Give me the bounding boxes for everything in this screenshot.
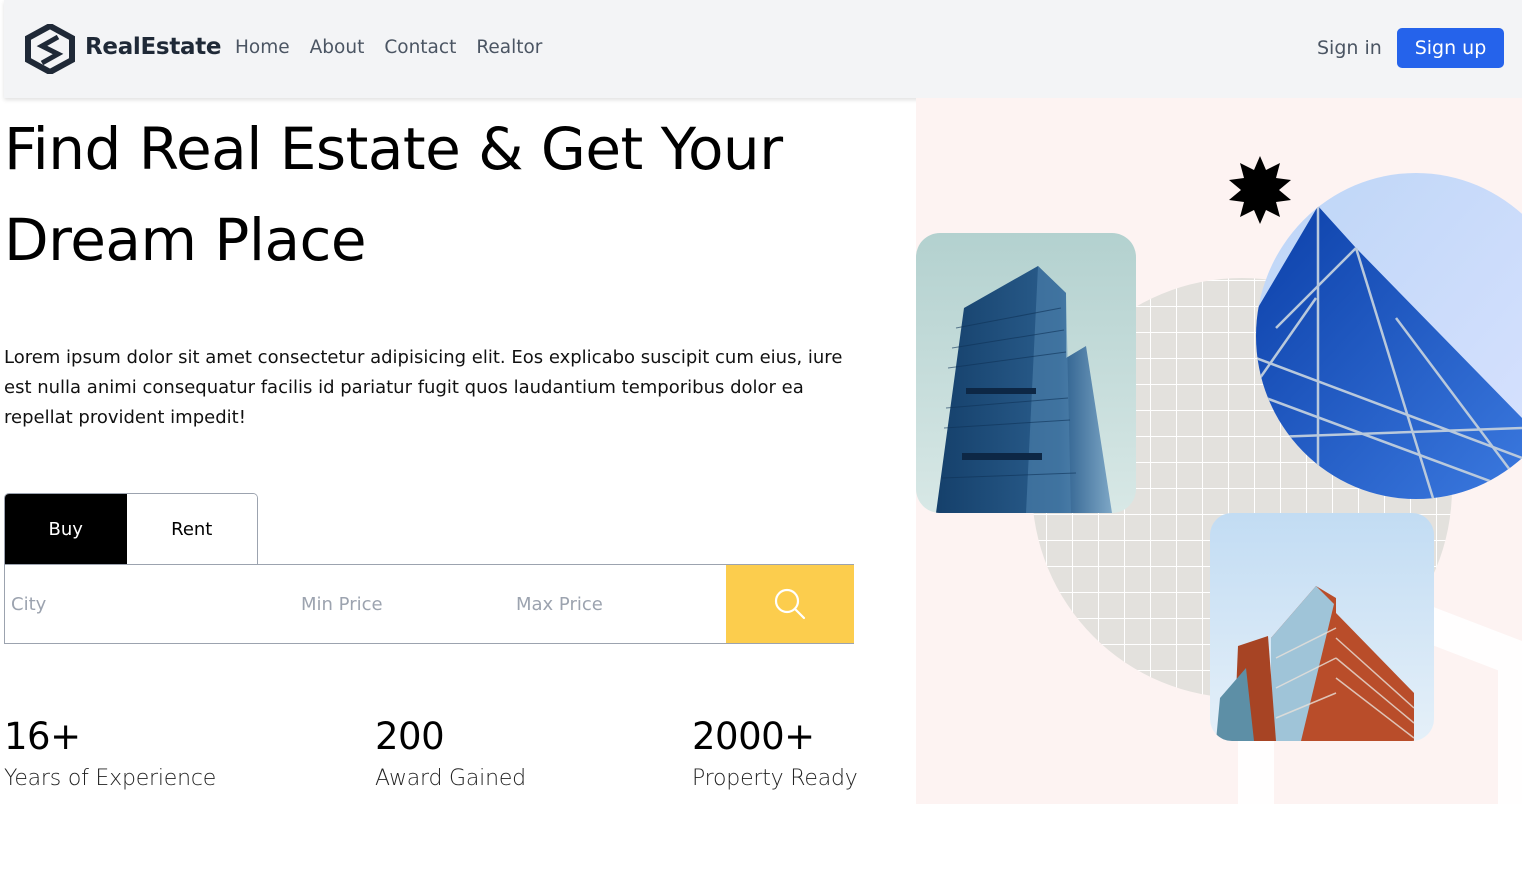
stat-properties: 2000+ Property Ready: [692, 715, 858, 791]
stat-value: 16+: [4, 715, 81, 758]
search-icon: [774, 588, 806, 620]
sign-up-button[interactable]: Sign up: [1397, 28, 1504, 68]
building-photo-tower: [916, 233, 1136, 513]
search-button[interactable]: [726, 565, 854, 643]
tab-rent[interactable]: Rent: [126, 494, 257, 564]
hero-title: Find Real Estate & Get Your Dream Place: [4, 104, 864, 286]
hero-illustration: [916, 98, 1522, 804]
stat-experience: 16+ Years of Experience: [4, 715, 216, 791]
search-tabs: Buy Rent: [4, 493, 258, 564]
stat-value: 200: [375, 715, 445, 758]
logo-icon[interactable]: [24, 22, 76, 76]
nav-links: Home About Contact Realtor: [235, 37, 562, 58]
stat-label: Award Gained: [375, 766, 526, 791]
nav-link-home[interactable]: Home: [235, 37, 290, 58]
search-bar: [4, 564, 854, 644]
nav-link-contact[interactable]: Contact: [384, 37, 456, 58]
star-burst-icon: [1229, 156, 1291, 224]
stat-value: 2000+: [692, 715, 815, 758]
city-input[interactable]: [11, 565, 291, 643]
hero-title-line2: Dream Place: [4, 206, 367, 274]
tab-buy[interactable]: Buy: [5, 494, 127, 564]
hero-description: Lorem ipsum dolor sit amet consectetur a…: [4, 347, 843, 428]
stat-label: Property Ready: [692, 766, 858, 791]
stat-awards: 200 Award Gained: [375, 715, 526, 791]
hero-title-line1: Find Real Estate & Get Your: [4, 115, 783, 183]
min-price-input[interactable]: [301, 565, 506, 643]
building-photo-brick: [1210, 513, 1434, 741]
navbar: RealEstate Home About Contact Realtor Si…: [4, 0, 1522, 98]
nav-link-about[interactable]: About: [310, 37, 365, 58]
nav-link-realtor[interactable]: Realtor: [476, 37, 542, 58]
max-price-input[interactable]: [516, 565, 721, 643]
stat-label: Years of Experience: [4, 766, 217, 791]
sign-in-link[interactable]: Sign in: [1317, 37, 1382, 59]
brand-name[interactable]: RealEstate: [85, 34, 222, 60]
